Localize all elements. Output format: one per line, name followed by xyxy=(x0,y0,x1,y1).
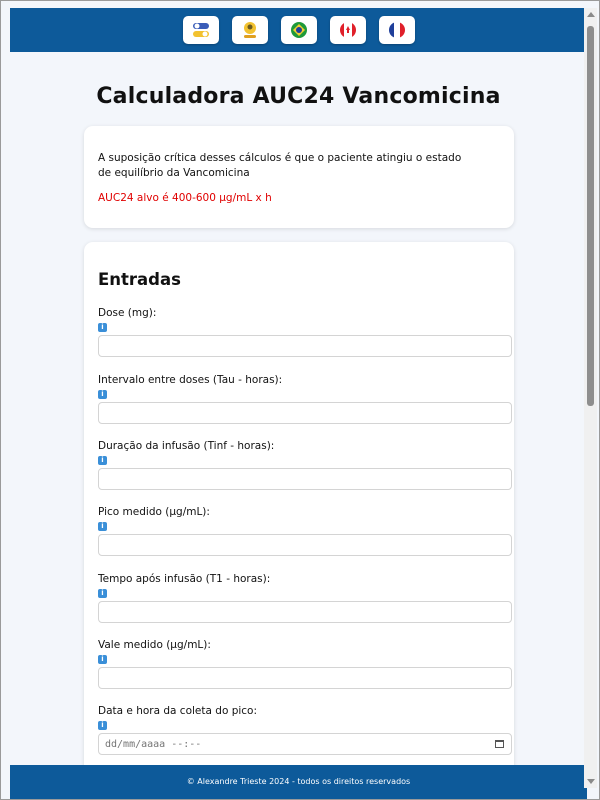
peak-datetime-label: Data e hora da coleta do pico: xyxy=(98,705,258,717)
peak-datetime-field: Data e hora da coleta do pico: i xyxy=(98,705,512,755)
interval-field: Intervalo entre doses (Tau - horas): i xyxy=(98,374,512,424)
trough-field: Vale medido (µg/mL): i xyxy=(98,639,512,689)
time-after-infusion-input[interactable] xyxy=(98,601,512,623)
peak-datetime-input[interactable] xyxy=(98,733,512,755)
info-icon[interactable]: i xyxy=(98,323,107,332)
header-bar xyxy=(10,8,587,52)
language-fr-button[interactable] xyxy=(378,16,415,44)
user-badge-icon xyxy=(243,22,256,38)
theme-toggle-icon xyxy=(192,23,209,37)
trough-input[interactable] xyxy=(98,667,512,689)
peak-input[interactable] xyxy=(98,534,512,556)
peak-field: Pico medido (µg/mL): i xyxy=(98,506,512,556)
info-icon[interactable]: i xyxy=(98,456,107,465)
france-flag-icon xyxy=(388,22,405,38)
scroll-up-icon[interactable] xyxy=(587,12,595,17)
scroll-thumb[interactable] xyxy=(587,26,594,406)
info-icon[interactable]: i xyxy=(98,655,107,664)
infusion-duration-field: Duração da infusão (Tinf - horas): i xyxy=(98,440,512,490)
inputs-heading: Entradas xyxy=(98,270,181,289)
auc-target-text: AUC24 alvo é 400-600 µg/mL x h xyxy=(98,192,272,204)
info-card: A suposição crítica desses cálculos é qu… xyxy=(84,126,514,228)
browser-window: Calculadora AUC24 Vancomicina A suposiçã… xyxy=(0,0,600,800)
dose-field: Dose (mg): i xyxy=(98,307,512,357)
time-after-infusion-label: Tempo após infusão (T1 - horas): xyxy=(98,573,271,585)
interval-input[interactable] xyxy=(98,402,512,424)
interval-label: Intervalo entre doses (Tau - horas): xyxy=(98,374,283,386)
language-en-ca-button[interactable] xyxy=(329,16,366,44)
trough-label: Vale medido (µg/mL): xyxy=(98,639,211,651)
inputs-card: Entradas Dose (mg): i Intervalo entre do… xyxy=(84,242,514,765)
info-icon[interactable]: i xyxy=(98,721,107,730)
dose-input[interactable] xyxy=(98,335,512,357)
steady-state-note: A suposição crítica desses cálculos é qu… xyxy=(98,152,462,179)
info-icon[interactable]: i xyxy=(98,589,107,598)
profile-button[interactable] xyxy=(231,16,268,44)
canada-flag-icon xyxy=(339,22,356,38)
brazil-flag-icon xyxy=(290,22,307,38)
infusion-duration-label: Duração da infusão (Tinf - horas): xyxy=(98,440,275,452)
footer: © Alexandre Trieste 2024 - todos os dire… xyxy=(10,765,587,799)
language-pt-br-button[interactable] xyxy=(280,16,317,44)
info-icon[interactable]: i xyxy=(98,522,107,531)
scrollbar[interactable] xyxy=(584,8,597,788)
page-content: Calculadora AUC24 Vancomicina A suposiçã… xyxy=(10,52,587,765)
theme-toggle-button[interactable] xyxy=(182,16,219,44)
dose-label: Dose (mg): xyxy=(98,307,157,319)
page-title: Calculadora AUC24 Vancomicina xyxy=(96,84,501,109)
info-icon[interactable]: i xyxy=(98,390,107,399)
peak-label: Pico medido (µg/mL): xyxy=(98,506,210,518)
infusion-duration-input[interactable] xyxy=(98,468,512,490)
calendar-icon[interactable] xyxy=(495,740,504,748)
scroll-down-icon[interactable] xyxy=(587,779,595,784)
datetime-wrapper xyxy=(98,733,512,755)
time-after-infusion-field: Tempo após infusão (T1 - horas): i xyxy=(98,573,512,623)
